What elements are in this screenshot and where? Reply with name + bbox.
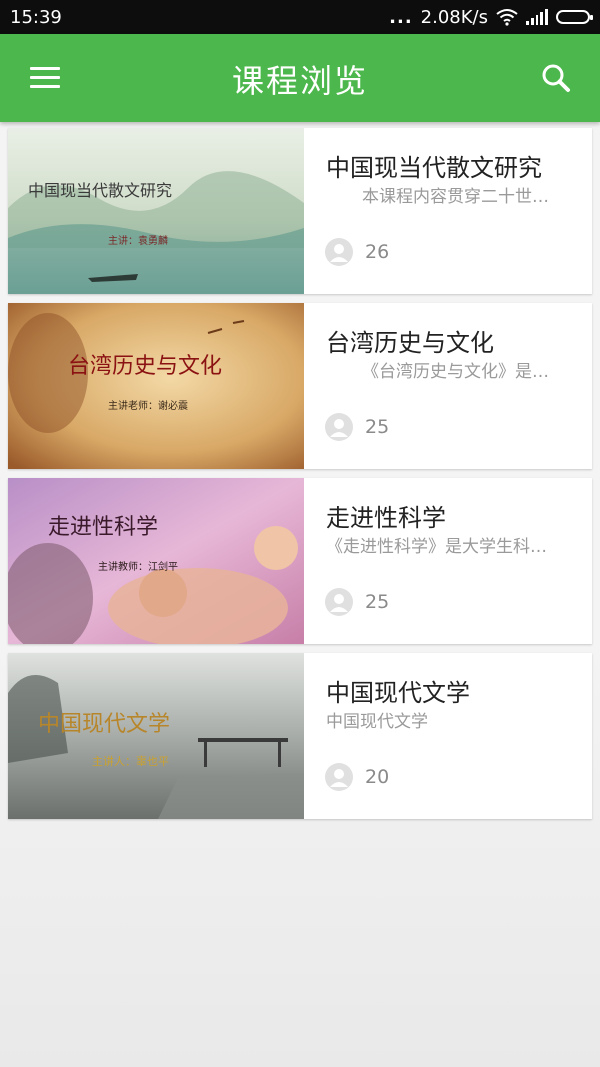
course-thumbnail: 中国现代文学 主讲人：辜也平 <box>8 653 304 819</box>
user-avatar-icon <box>325 238 353 266</box>
user-avatar-icon <box>325 588 353 616</box>
course-thumbnail: 台湾历史与文化 主讲老师：谢必震 <box>8 303 304 469</box>
battery-icon <box>556 10 593 24</box>
thumb-title: 台湾历史与文化 <box>68 354 222 379</box>
app-bar: 课程浏览 <box>0 34 600 122</box>
page-title: 课程浏览 <box>231 62 368 100</box>
course-title: 中国现代文学 <box>326 679 470 707</box>
wifi-icon <box>496 9 518 26</box>
course-card[interactable]: 台湾历史与文化 主讲老师：谢必震 台湾历史与文化 《台湾历史与文化》是一门课程 … <box>8 303 592 469</box>
signal-icon <box>526 9 548 25</box>
count-value: 25 <box>365 416 390 438</box>
course-list: 中国现当代散文研究 主讲：袁勇麟 中国现当代散文研究 本课程内容贯穿二十世纪中国… <box>8 128 592 828</box>
course-card[interactable]: 走进性科学 主讲教师：江剑平 走进性科学 《走进性科学》是大学生科学课程 25 <box>8 478 592 644</box>
search-icon[interactable] <box>540 62 572 94</box>
thumb-title: 中国现当代散文研究 <box>28 181 172 200</box>
course-description: 中国现代文学 <box>326 712 428 732</box>
thumb-subtitle: 主讲：袁勇麟 <box>108 234 168 247</box>
thumb-subtitle: 主讲老师：谢必震 <box>108 399 188 412</box>
user-avatar-icon <box>325 763 353 791</box>
count-value: 20 <box>365 766 390 788</box>
user-avatar-icon <box>325 413 353 441</box>
student-count: 25 <box>325 588 389 616</box>
student-count: 20 <box>325 763 389 791</box>
course-description: 本课程内容贯穿二十世纪中国散文 <box>362 187 562 207</box>
course-title: 中国现当代散文研究 <box>326 154 542 182</box>
thumb-subtitle: 主讲教师：江剑平 <box>98 560 178 573</box>
course-card[interactable]: 中国现代文学 主讲人：辜也平 中国现代文学 中国现代文学 20 <box>8 653 592 819</box>
thumb-title: 走进性科学 <box>48 515 158 540</box>
status-time: 15:39 <box>10 6 62 28</box>
course-thumbnail: 中国现当代散文研究 主讲：袁勇麟 <box>8 128 304 294</box>
course-title: 台湾历史与文化 <box>326 329 494 357</box>
thumb-subtitle: 主讲人：辜也平 <box>92 754 169 768</box>
student-count: 26 <box>325 238 389 266</box>
course-card[interactable]: 中国现当代散文研究 主讲：袁勇麟 中国现当代散文研究 本课程内容贯穿二十世纪中国… <box>8 128 592 294</box>
network-speed: 2.08K/s <box>420 6 488 28</box>
course-title: 走进性科学 <box>326 504 446 532</box>
course-thumbnail: 走进性科学 主讲教师：江剑平 <box>8 478 304 644</box>
student-count: 25 <box>325 413 389 441</box>
count-value: 26 <box>365 241 390 263</box>
count-value: 25 <box>365 591 390 613</box>
status-dots: ... <box>389 6 413 28</box>
course-description: 《台湾历史与文化》是一门课程 <box>362 362 562 382</box>
status-indicators: ... 2.08K/s <box>389 6 593 28</box>
thumb-title: 中国现代文学 <box>38 712 170 737</box>
status-bar: 15:39 ... 2.08K/s <box>0 0 600 34</box>
course-description: 《走进性科学》是大学生科学课程 <box>326 537 562 557</box>
